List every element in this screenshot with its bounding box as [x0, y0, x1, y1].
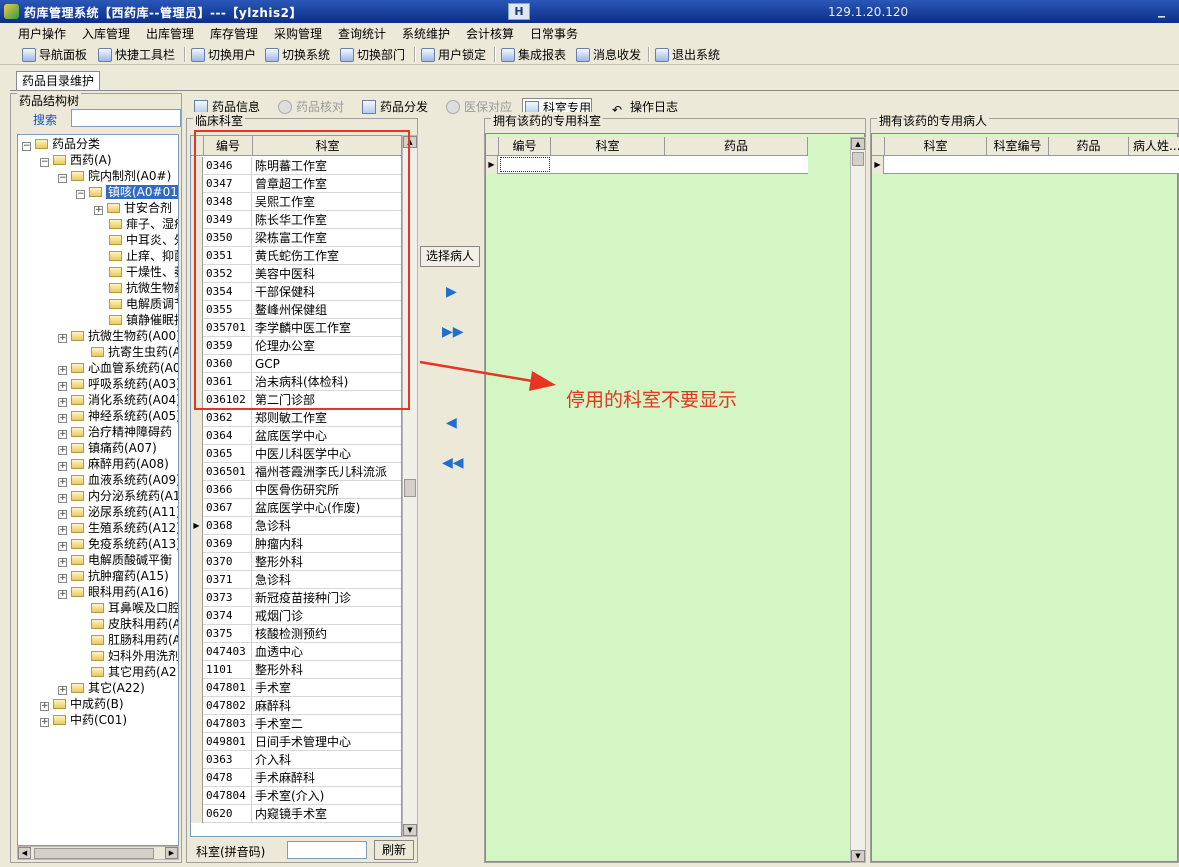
annotation-text: 停用的科室不要显示: [566, 389, 738, 411]
annotation-arrow-icon: [419, 360, 556, 391]
